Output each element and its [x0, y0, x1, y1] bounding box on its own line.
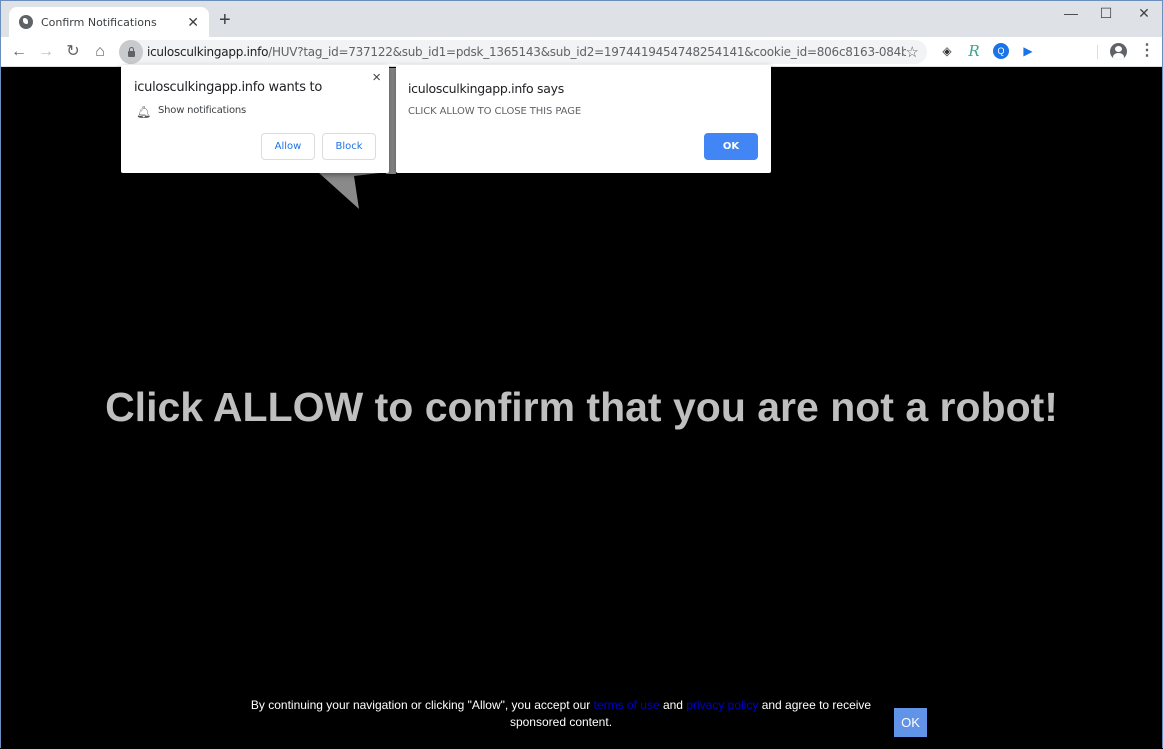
- extension-icon-video[interactable]: ▶: [1020, 43, 1036, 59]
- bell-icon: 🔔︎: [136, 105, 152, 119]
- notification-permission-popup: iculosculkingapp.info wants to × 🔔︎ Show…: [121, 65, 389, 173]
- terms-of-use-link[interactable]: terms of use: [594, 698, 660, 712]
- permission-popup-title: iculosculkingapp.info wants to: [134, 80, 322, 95]
- permission-description: Show notifications: [158, 105, 247, 116]
- browser-window: Confirm Notifications ✕ + — ☐ ✕ ← → ↻ ⌂ …: [0, 0, 1163, 749]
- tab-confirm-notifications[interactable]: Confirm Notifications ✕: [9, 7, 209, 37]
- alert-dialog: iculosculkingapp.info says CLICK ALLOW T…: [396, 65, 771, 173]
- maximize-button[interactable]: ☐: [1096, 5, 1116, 22]
- new-tab-button[interactable]: +: [219, 10, 231, 30]
- address-bar[interactable]: iculosculkingapp.info/HUV?tag_id=737122&…: [119, 40, 927, 64]
- tab-close-icon[interactable]: ✕: [187, 14, 199, 31]
- page-headline: Click ALLOW to confirm that you are not …: [105, 384, 1058, 430]
- forward-button[interactable]: →: [36, 42, 56, 62]
- alert-ok-button[interactable]: OK: [704, 133, 758, 160]
- menu-icon[interactable]: ⋮: [1139, 41, 1155, 61]
- bookmark-star-icon[interactable]: ☆: [906, 43, 919, 61]
- close-icon[interactable]: ×: [372, 69, 381, 86]
- alert-title: iculosculkingapp.info says: [408, 81, 564, 96]
- lock-icon[interactable]: [119, 40, 143, 64]
- reload-button[interactable]: ↻: [63, 42, 83, 62]
- privacy-policy-link[interactable]: privacy policy: [686, 698, 758, 712]
- extension-icon-1[interactable]: ◈: [939, 43, 955, 59]
- close-window-button[interactable]: ✕: [1134, 5, 1154, 22]
- profile-avatar-icon[interactable]: [1110, 43, 1127, 60]
- toolbar-divider: [1097, 45, 1098, 59]
- consent-text: By continuing your navigation or clickin…: [250, 698, 872, 729]
- speech-bubble-tail: [319, 168, 389, 209]
- extension-icon-search[interactable]: Q: [993, 43, 1009, 59]
- home-button[interactable]: ⌂: [90, 42, 110, 62]
- allow-button[interactable]: Allow: [261, 133, 315, 160]
- back-button[interactable]: ←: [9, 42, 29, 62]
- url-text[interactable]: iculosculkingapp.info/HUV?tag_id=737122&…: [143, 45, 906, 59]
- minimize-button[interactable]: —: [1061, 5, 1081, 21]
- globe-icon: [19, 15, 33, 29]
- alert-message: CLICK ALLOW TO CLOSE THIS PAGE: [408, 106, 582, 117]
- tab-strip: Confirm Notifications ✕ + — ☐ ✕: [1, 1, 1162, 37]
- tab-title: Confirm Notifications: [41, 15, 157, 29]
- toolbar: ← → ↻ ⌂ iculosculkingapp.info/HUV?tag_id…: [1, 37, 1162, 67]
- block-button[interactable]: Block: [322, 133, 376, 160]
- consent-ok-button[interactable]: OK: [894, 708, 927, 737]
- extension-icon-r[interactable]: R: [966, 43, 982, 59]
